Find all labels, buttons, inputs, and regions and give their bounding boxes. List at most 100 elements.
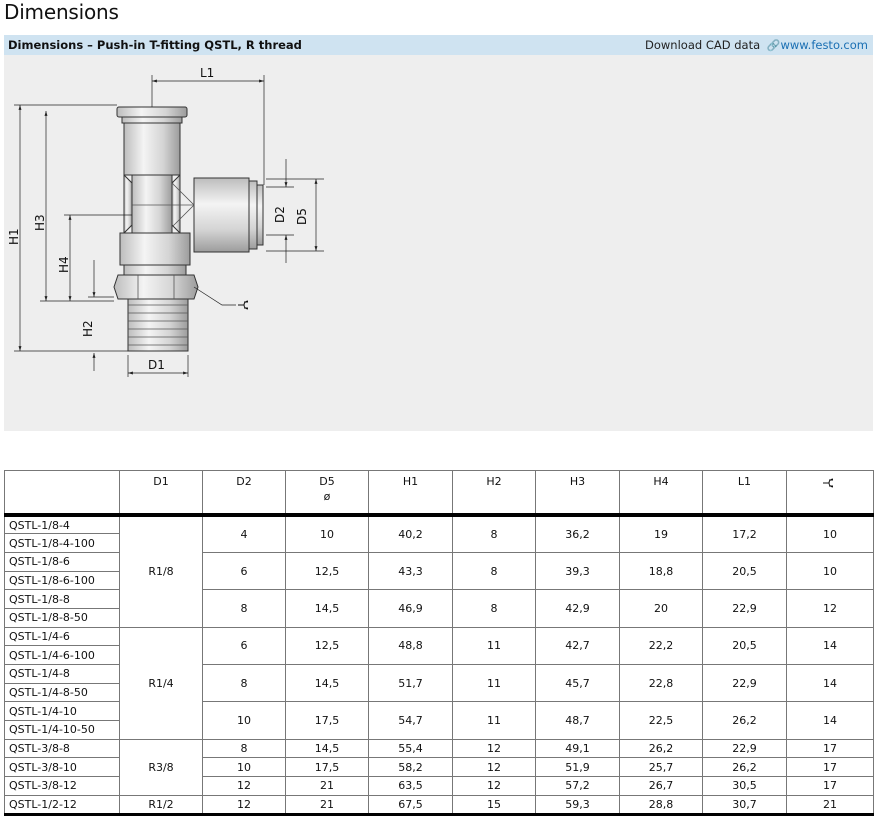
cell-d5: 14,5	[285, 738, 369, 759]
part-number: QSTL-1/4-8-50	[4, 682, 120, 703]
cell-h2: 11	[452, 626, 536, 666]
cell-wrench: 12	[786, 589, 874, 628]
section-title: Dimensions – Push-in T-fitting QSTL, R t…	[8, 38, 302, 52]
cell-h1: 63,5	[368, 776, 453, 796]
cell-wrench: 14	[786, 701, 874, 740]
cell-h2: 11	[452, 701, 536, 740]
cell-h1: 58,2	[368, 757, 453, 778]
cell-h3: 57,2	[535, 776, 620, 796]
header-h3: H3	[535, 470, 620, 517]
part-number: QSTL-1/8-8-50	[4, 607, 120, 628]
cell-d2: 12	[202, 776, 286, 796]
part-number: QSTL-1/4-6-100	[4, 645, 120, 665]
header-h4: H4	[619, 470, 703, 517]
link-icon[interactable]: 🔗	[767, 39, 781, 52]
cell-wrench: 17	[786, 738, 874, 759]
cell-h3: 39,3	[535, 551, 620, 591]
cell-h1: 43,3	[368, 551, 453, 591]
cell-h4: 18,8	[619, 551, 703, 591]
cell-d2: 10	[202, 757, 286, 778]
header-l1: L1	[702, 470, 787, 517]
cell-h4: 26,7	[619, 776, 703, 796]
cell-h4: 22,2	[619, 626, 703, 666]
header-d2: D2	[202, 470, 286, 517]
cell-l1: 20,5	[702, 626, 787, 666]
label-d5: D5	[295, 208, 309, 225]
table-row: QSTL-1/8-4 R1/8 4 10 40,2 8 36,2 19 17,2…	[4, 514, 874, 628]
header-d5-label: D5	[319, 475, 335, 488]
cell-l1: 22,9	[702, 738, 787, 759]
label-h3: H3	[33, 214, 47, 231]
part-number: QSTL-1/4-8	[4, 664, 120, 684]
table-row: QSTL-1/4-6 R1/4 6 12,5 48,8 11 42,7 22,2…	[4, 626, 874, 740]
cell-d5: 12,5	[285, 626, 369, 666]
cell-d2: 12	[202, 794, 286, 816]
d1-group: R1/4	[119, 626, 203, 740]
cell-l1: 26,2	[702, 757, 787, 778]
cell-h2: 11	[452, 663, 536, 703]
cell-h2: 8	[452, 551, 536, 591]
cell-d5: 17,5	[285, 757, 369, 778]
cell-h1: 48,8	[368, 626, 453, 666]
cell-h4: 26,2	[619, 738, 703, 759]
cell-h4: 19	[619, 514, 703, 553]
cell-h4: 22,8	[619, 663, 703, 703]
cell-wrench: 21	[786, 794, 874, 816]
cell-d5: 21	[285, 794, 369, 816]
d1-group: R3/8	[119, 738, 203, 796]
cell-d5: 12,5	[285, 551, 369, 591]
cad-download: Download CAD data 🔗www.festo.com	[645, 38, 868, 52]
wrench-icon	[823, 478, 834, 488]
part-number: QSTL-1/4-10-50	[4, 720, 120, 740]
part-number: QSTL-1/8-8	[4, 589, 120, 609]
cell-d2: 6	[202, 551, 286, 591]
part-number: QSTL-1/8-6	[4, 551, 120, 572]
cell-h3: 49,1	[535, 738, 620, 759]
label-h2: H2	[81, 320, 95, 337]
cell-l1: 30,5	[702, 776, 787, 796]
technical-drawing: L1 H1 H3 H4 H2 D1 D2 D5	[4, 55, 873, 431]
cell-l1: 22,9	[702, 663, 787, 703]
label-d2: D2	[273, 206, 287, 223]
cell-wrench: 14	[786, 663, 874, 703]
festo-link[interactable]: www.festo.com	[781, 38, 869, 52]
page-title: Dimensions	[4, 0, 119, 24]
cell-h2: 8	[452, 514, 536, 553]
cell-h4: 28,8	[619, 794, 703, 816]
cell-h1: 54,7	[368, 701, 453, 740]
d1-group: R1/2	[119, 794, 203, 816]
cell-h2: 8	[452, 589, 536, 628]
dimensions-table: D1 D2 D5 ø H1 H2 H3 H4 L1 QSTL-1/8-4 R1/…	[4, 470, 874, 816]
cell-d5: 10	[285, 514, 369, 553]
cell-d5: 14,5	[285, 663, 369, 703]
fitting-body	[113, 106, 264, 352]
cell-l1: 20,5	[702, 551, 787, 591]
cell-l1: 26,2	[702, 701, 787, 740]
cell-h1: 40,2	[368, 514, 453, 553]
cell-h3: 42,9	[535, 589, 620, 628]
part-number: QSTL-1/4-6	[4, 626, 120, 647]
cell-wrench: 14	[786, 626, 874, 666]
table-header-row: D1 D2 D5 ø H1 H2 H3 H4 L1	[4, 470, 874, 517]
cell-d2: 6	[202, 626, 286, 666]
cad-download-label: Download CAD data	[645, 38, 761, 52]
label-h4: H4	[57, 256, 71, 273]
cell-d2: 8	[202, 589, 286, 628]
cell-h2: 12	[452, 776, 536, 796]
wrench-icon	[238, 300, 249, 310]
cell-d5: 14,5	[285, 589, 369, 628]
cell-wrench: 17	[786, 757, 874, 778]
cell-h2: 12	[452, 738, 536, 759]
part-number: QSTL-3/8-10	[4, 757, 120, 778]
cell-d2: 10	[202, 701, 286, 740]
cell-d5: 17,5	[285, 701, 369, 740]
table-row: QSTL-1/2-12 R1/2 12 21 67,5 15 59,3 28,8…	[4, 794, 874, 816]
cell-h1: 51,7	[368, 663, 453, 703]
cell-h4: 20	[619, 589, 703, 628]
cell-h1: 55,4	[368, 738, 453, 759]
header-name	[4, 470, 120, 517]
cell-wrench: 10	[786, 551, 874, 591]
cell-h3: 42,7	[535, 626, 620, 666]
cell-h3: 36,2	[535, 514, 620, 553]
cell-h3: 45,7	[535, 663, 620, 703]
